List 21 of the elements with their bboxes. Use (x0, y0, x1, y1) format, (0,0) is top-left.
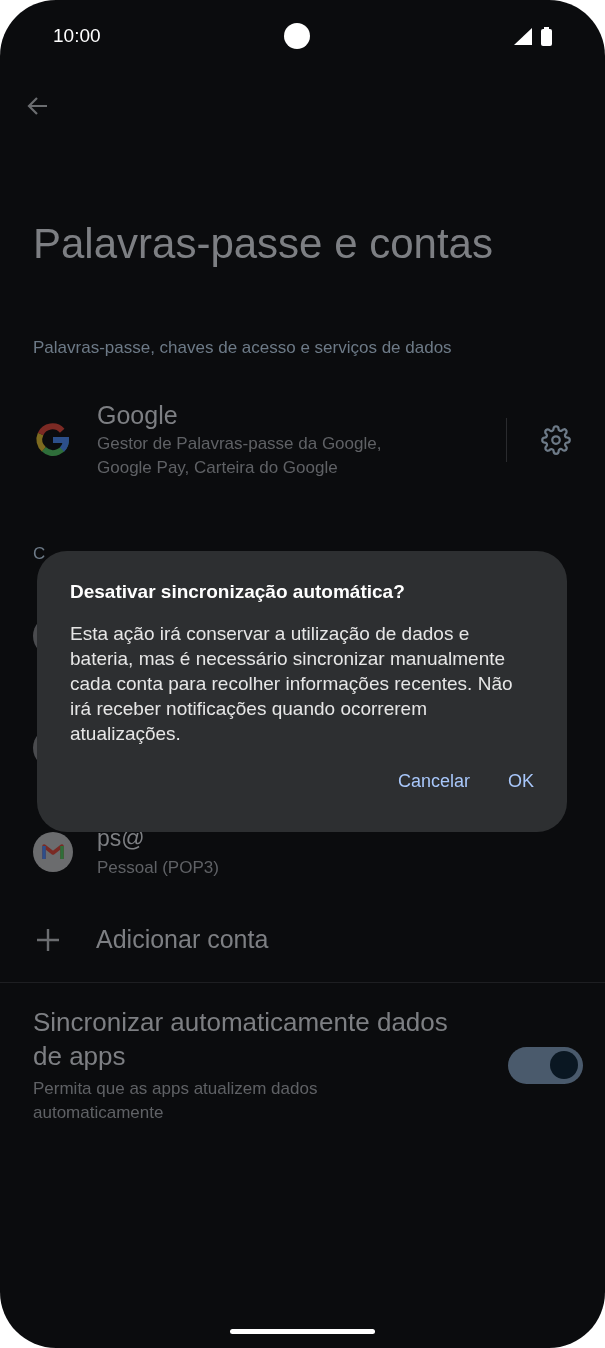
sync-toggle[interactable] (508, 1046, 583, 1084)
camera-icon (284, 23, 311, 49)
dialog-title: Desativar sincronização automática? (70, 580, 406, 604)
status-time: 10:00 (53, 23, 101, 48)
dialog-button[interactable]: OK (494, 762, 548, 801)
dialog-button[interactable]: Cancelar (383, 762, 484, 801)
service-description: Gestor de Palavras-passe da Google, Google Pay, Carteira do Google (97, 433, 383, 479)
battery-icon (541, 26, 552, 46)
setting-description: Permita que as apps atualizem dados automaticamente (33, 1078, 319, 1124)
signal-icon (514, 27, 532, 45)
plus-icon (36, 928, 60, 952)
account-type: Pessoal (POP3) (97, 857, 219, 879)
add-account-link[interactable]: Adicionar conta (96, 921, 269, 959)
settings-icon[interactable] (541, 425, 571, 455)
service-title: Google (97, 400, 179, 430)
section-header: C (32, 543, 47, 565)
mail-icon (33, 832, 73, 872)
setting-title: Sincronizar automaticamente dados de apps (33, 1006, 449, 1073)
page-title: Palavras-passe e contas (32, 219, 494, 269)
dialog-message: Esta ação irá conservar a utilização de dados e bateria, mas é necessário sincronizar manualmente cada conta para recolher informações recentes. Não irá receber notificações quando ocorrerem atualizações. (70, 622, 514, 746)
section-header: Palavras-passe, chaves de acesso e serviços de dados (32, 337, 453, 359)
